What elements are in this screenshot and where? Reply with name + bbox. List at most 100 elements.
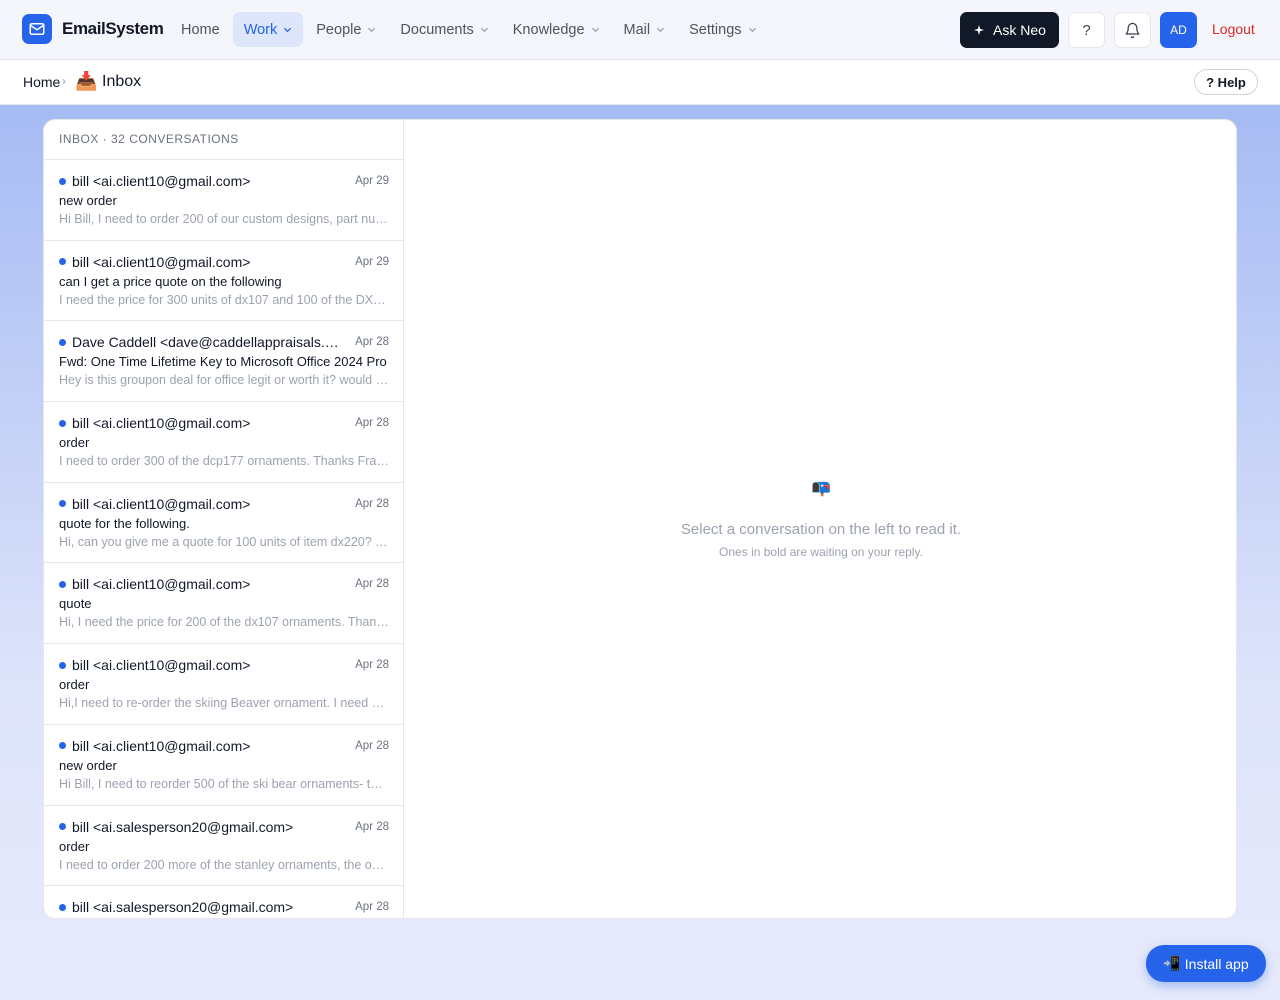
conversation-row[interactable]: bill <ai.client10@gmail.com> Apr 28 new or…: [44, 725, 403, 806]
unread-dot-icon: [59, 661, 66, 669]
unread-dot-icon: [59, 742, 66, 750]
conversation-date: Apr 28: [355, 901, 389, 914]
conversation-date: Apr 28: [355, 659, 389, 672]
conversation-subject: new order: [59, 193, 117, 208]
conversation-sender: bill <ai.client10@gmail.com>: [59, 576, 389, 592]
conversation-sender: bill <ai.client10@gmail.com>: [59, 657, 389, 673]
sparkle-icon: [974, 25, 985, 35]
help-question-button[interactable]: ?: [1068, 12, 1105, 48]
nav-item-label: Knowledge: [512, 21, 585, 38]
install-app-button[interactable]: 📲 Install app: [1146, 945, 1266, 982]
conversation-preview: Hi, I need the price for 200 of the dx10…: [59, 615, 389, 630]
conversation-sender: bill <ai.client10@gmail.com>: [59, 738, 389, 754]
unread-dot-icon: [59, 419, 66, 427]
inbox-tray-icon: 📥: [75, 71, 98, 91]
sender-text: bill <ai.client10@gmail.com>: [72, 737, 251, 754]
conversation-sender: Dave Caddell <dave@caddellappraisals.com…: [59, 334, 389, 350]
conversation-date: Apr 28: [355, 336, 389, 349]
conversation-date: Apr 29: [355, 255, 389, 268]
conversation-sender: bill <ai.client10@gmail.com>: [59, 173, 389, 189]
conversation-date: Apr 28: [355, 739, 389, 752]
conversation-sender: bill <ai.client10@gmail.com>: [59, 415, 389, 431]
empty-state-title: Select a conversation on the left to rea…: [680, 521, 962, 538]
conversation-date: Apr 29: [355, 175, 389, 187]
conversation-row[interactable]: bill <ai.client10@gmail.com> Apr 29 new or…: [44, 160, 403, 241]
conversation-row[interactable]: bill <ai.salesperson20@gmail.com> Apr 28: [44, 886, 403, 918]
nav-item-people[interactable]: People: [305, 12, 387, 47]
conversation-row[interactable]: Dave Caddell <dave@caddellappraisals.com…: [44, 321, 403, 403]
conversation-preview: Hey is this groupon deal for office legi…: [59, 373, 389, 388]
conversation-row[interactable]: bill <ai.client10@gmail.com> Apr 29 can I …: [44, 241, 403, 322]
nav-item-label: Home: [181, 21, 220, 38]
ask-neo-button[interactable]: Ask Neo: [960, 12, 1059, 48]
conversation-subject: quote for the following.: [59, 515, 190, 531]
nav-item-documents[interactable]: Documents: [389, 12, 499, 47]
sender-text: bill <ai.client10@gmail.com>: [72, 415, 251, 432]
notifications-button[interactable]: [1114, 12, 1151, 48]
conversation-subject: order: [59, 435, 90, 451]
breadcrumb-separator: ›: [62, 74, 66, 88]
breadcrumb-current: Inbox: [102, 73, 142, 90]
sender-text: bill <ai.client10@gmail.com>: [72, 173, 251, 189]
nav-item-knowledge[interactable]: Knowledge: [502, 12, 611, 47]
nav-item-home[interactable]: Home: [170, 12, 231, 47]
main-nav: Home Work People Documents Knowledge Mail Sett…: [170, 12, 768, 47]
brand-name[interactable]: EmailSystem: [62, 19, 164, 39]
conversation-date: Apr 28: [355, 497, 389, 510]
nav-item-label: Mail: [623, 21, 651, 38]
conversation-row[interactable]: bill <ai.client10@gmail.com> Apr 28 order H…: [44, 644, 403, 725]
conversation-subject: new order: [59, 757, 117, 773]
conversation-sender: bill <ai.salesperson20@gmail.com>: [59, 899, 389, 915]
nav-item-mail[interactable]: Mail: [613, 12, 677, 47]
empty-state-subtitle: Ones in bold are waiting on your reply.: [719, 545, 923, 559]
conversation-date: Apr 28: [355, 820, 389, 833]
conversation-subject: Fwd: One Time Lifetime Key to Microsoft …: [59, 354, 387, 370]
sender-text: bill <ai.client10@gmail.com>: [72, 657, 251, 674]
unread-dot-icon: [59, 500, 66, 508]
user-avatar[interactable]: AD: [1160, 12, 1197, 48]
sender-text: bill <ai.client10@gmail.com>: [72, 495, 251, 512]
conversation-sender: bill <ai.salesperson20@gmail.com>: [59, 819, 389, 835]
conversation-preview: Hi, can you give me a quote for 100 unit…: [59, 534, 389, 549]
unread-dot-icon: [59, 823, 66, 830]
unread-dot-icon: [59, 338, 66, 346]
mail-logo-icon[interactable]: [22, 14, 52, 44]
chevron-down-icon: [368, 27, 376, 33]
chevron-down-icon: [657, 27, 665, 33]
reading-pane: 📭 Select a conversation on the left to r…: [404, 120, 1236, 918]
conversation-row[interactable]: bill <ai.client10@gmail.com> Apr 28 quote H…: [44, 563, 403, 645]
breadcrumb-home[interactable]: Home: [23, 74, 60, 90]
logout-link[interactable]: Logout: [1212, 21, 1255, 37]
conversation-subject: can I get a price quote on the following: [59, 273, 282, 289]
conversation-date: Apr 28: [355, 417, 389, 430]
nav-item-work[interactable]: Work: [232, 12, 304, 47]
question-icon: ?: [1082, 21, 1091, 39]
chevron-down-icon: [480, 27, 488, 33]
conversation-preview: I need to order 200 more of the stanley …: [59, 857, 389, 872]
chevron-down-icon: [748, 27, 756, 33]
sender-text: bill <ai.client10@gmail.com>: [72, 576, 251, 593]
sender-text: Dave Caddell <dave@caddellappraisals.com…: [72, 334, 344, 351]
conversation-sender: bill <ai.client10@gmail.com>: [59, 496, 389, 512]
conversation-subject: order: [59, 838, 90, 854]
help-button[interactable]: ? Help: [1194, 69, 1258, 95]
mailbox-icon: 📭: [811, 480, 831, 497]
conversation-preview: Hi Bill, I need to order 200 of our cust…: [59, 212, 389, 226]
conversation-row[interactable]: bill <ai.client10@gmail.com> Apr 28 quote …: [44, 483, 403, 564]
unread-dot-icon: [59, 177, 66, 185]
nav-item-label: Documents: [400, 21, 474, 38]
sender-text: bill <ai.salesperson20@gmail.com>: [72, 899, 294, 916]
conversation-preview: I need the price for 300 units of dx107 …: [59, 292, 389, 307]
unread-dot-icon: [59, 580, 66, 588]
nav-item-label: Settings: [689, 21, 742, 38]
ask-neo-label: Ask Neo: [993, 22, 1046, 38]
nav-item-settings[interactable]: Settings: [678, 12, 767, 47]
chevron-down-icon: [284, 27, 292, 33]
conversation-list[interactable]: Inbox · 32 conversations bill <ai.client…: [44, 120, 404, 918]
conversation-row[interactable]: bill <ai.salesperson20@gmail.com> Apr 28 o…: [44, 806, 403, 887]
conversation-sender: bill <ai.client10@gmail.com>: [59, 254, 389, 270]
conversation-preview: Hi Bill, I need to reorder 500 of the sk…: [59, 776, 389, 791]
conversation-row[interactable]: bill <ai.client10@gmail.com> Apr 28 order I…: [44, 402, 403, 483]
conversation-subject: order: [59, 677, 90, 693]
nav-item-label: Work: [243, 21, 278, 38]
